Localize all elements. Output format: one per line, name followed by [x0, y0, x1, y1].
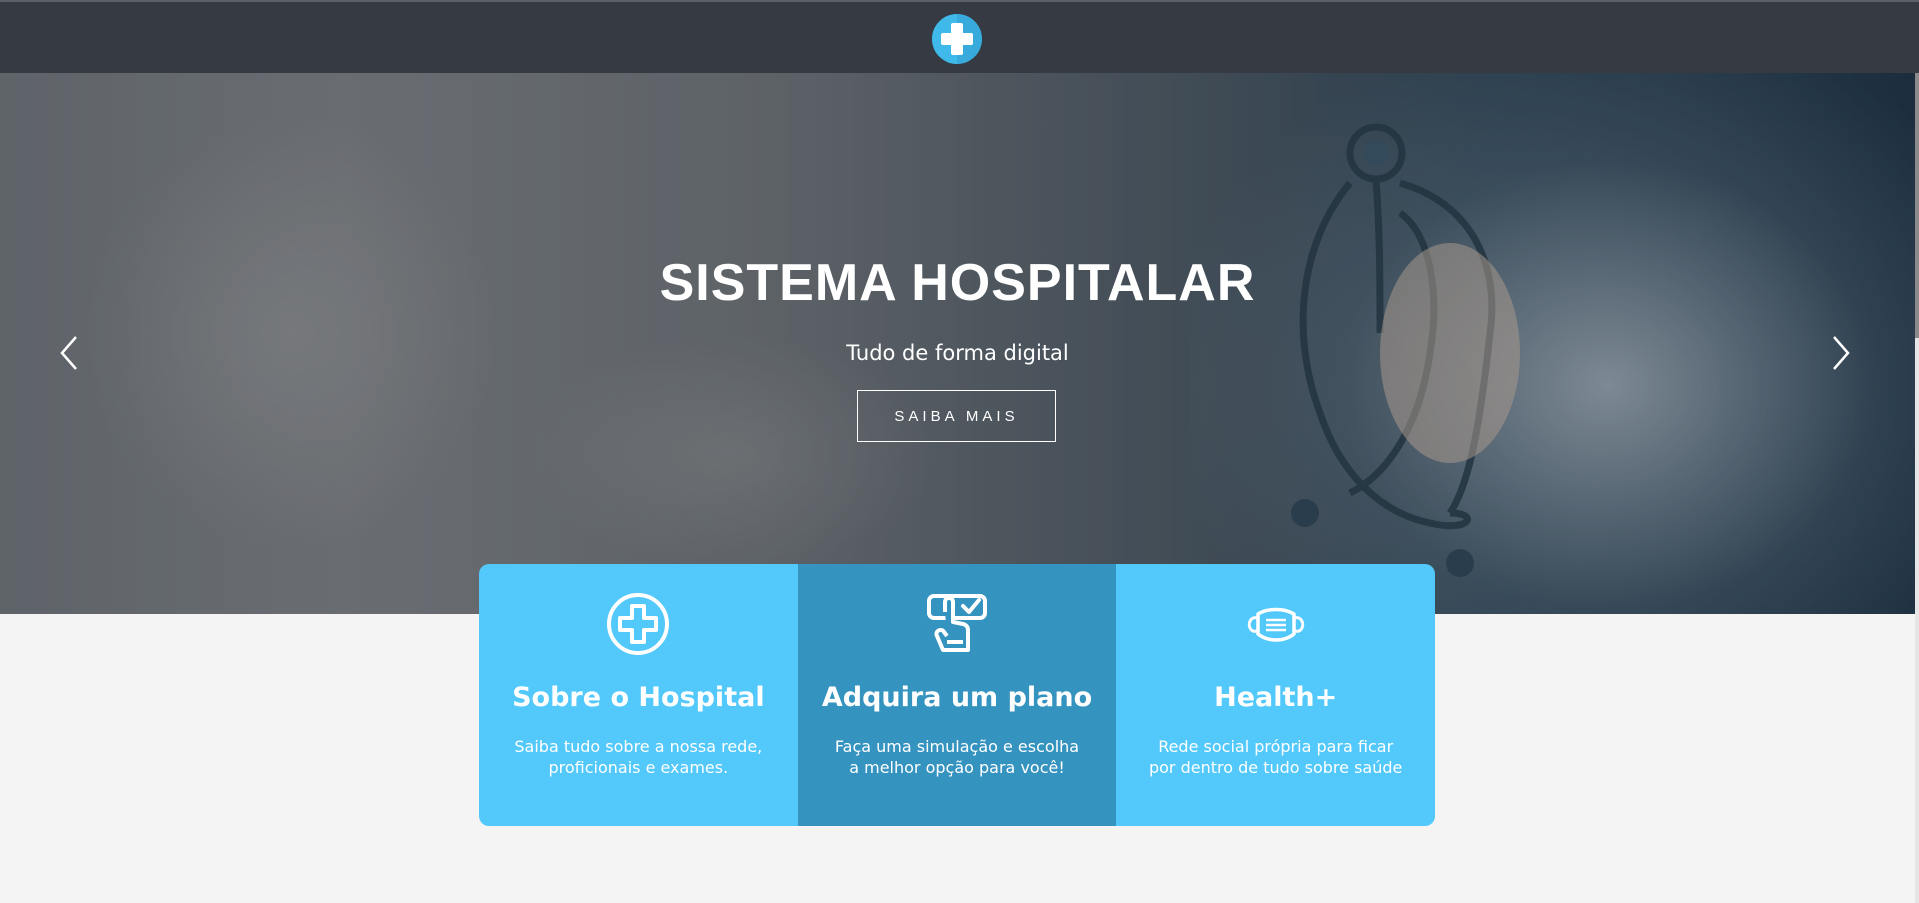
card-title: Sobre o Hospital — [512, 682, 765, 713]
hero-subtitle: Tudo de forma digital — [846, 341, 1069, 365]
face-mask-icon — [1116, 592, 1435, 656]
top-navbar — [0, 0, 1919, 73]
touch-checklist-icon — [798, 592, 1117, 656]
page: SISTEMA HOSPITALAR Tudo de forma digital… — [0, 0, 1919, 903]
card-text: Rede social própria para ficar por dentr… — [1148, 737, 1403, 777]
hero-carousel: SISTEMA HOSPITALAR Tudo de forma digital… — [0, 73, 1915, 614]
hero-title: SISTEMA HOSPITALAR — [659, 254, 1256, 312]
hospital-logo-icon[interactable] — [932, 14, 982, 64]
page-scrollbar[interactable] — [1915, 73, 1919, 903]
card-health-plus[interactable]: Health+ Rede social própria para ficar p… — [1116, 564, 1435, 826]
card-title: Health+ — [1214, 682, 1338, 713]
carousel-prev-arrow-icon[interactable] — [52, 323, 92, 383]
card-text: Faça uma simulação e escolha a melhor op… — [834, 737, 1080, 777]
card-sobre-o-hospital[interactable]: Sobre o Hospital Saiba tudo sobre a noss… — [479, 564, 798, 826]
feature-cards: Sobre o Hospital Saiba tudo sobre a noss… — [479, 564, 1435, 826]
card-text: Saiba tudo sobre a nossa rede, proficion… — [514, 737, 763, 777]
card-title: Adquira um plano — [821, 682, 1093, 713]
medical-cross-icon — [479, 592, 798, 656]
card-adquira-um-plano[interactable]: Adquira um plano Faça uma simulação e es… — [797, 564, 1117, 826]
carousel-next-arrow-icon[interactable] — [1822, 323, 1862, 383]
saiba-mais-button[interactable]: SAIBA MAIS — [857, 390, 1056, 442]
scrollbar-thumb[interactable] — [1915, 73, 1919, 338]
